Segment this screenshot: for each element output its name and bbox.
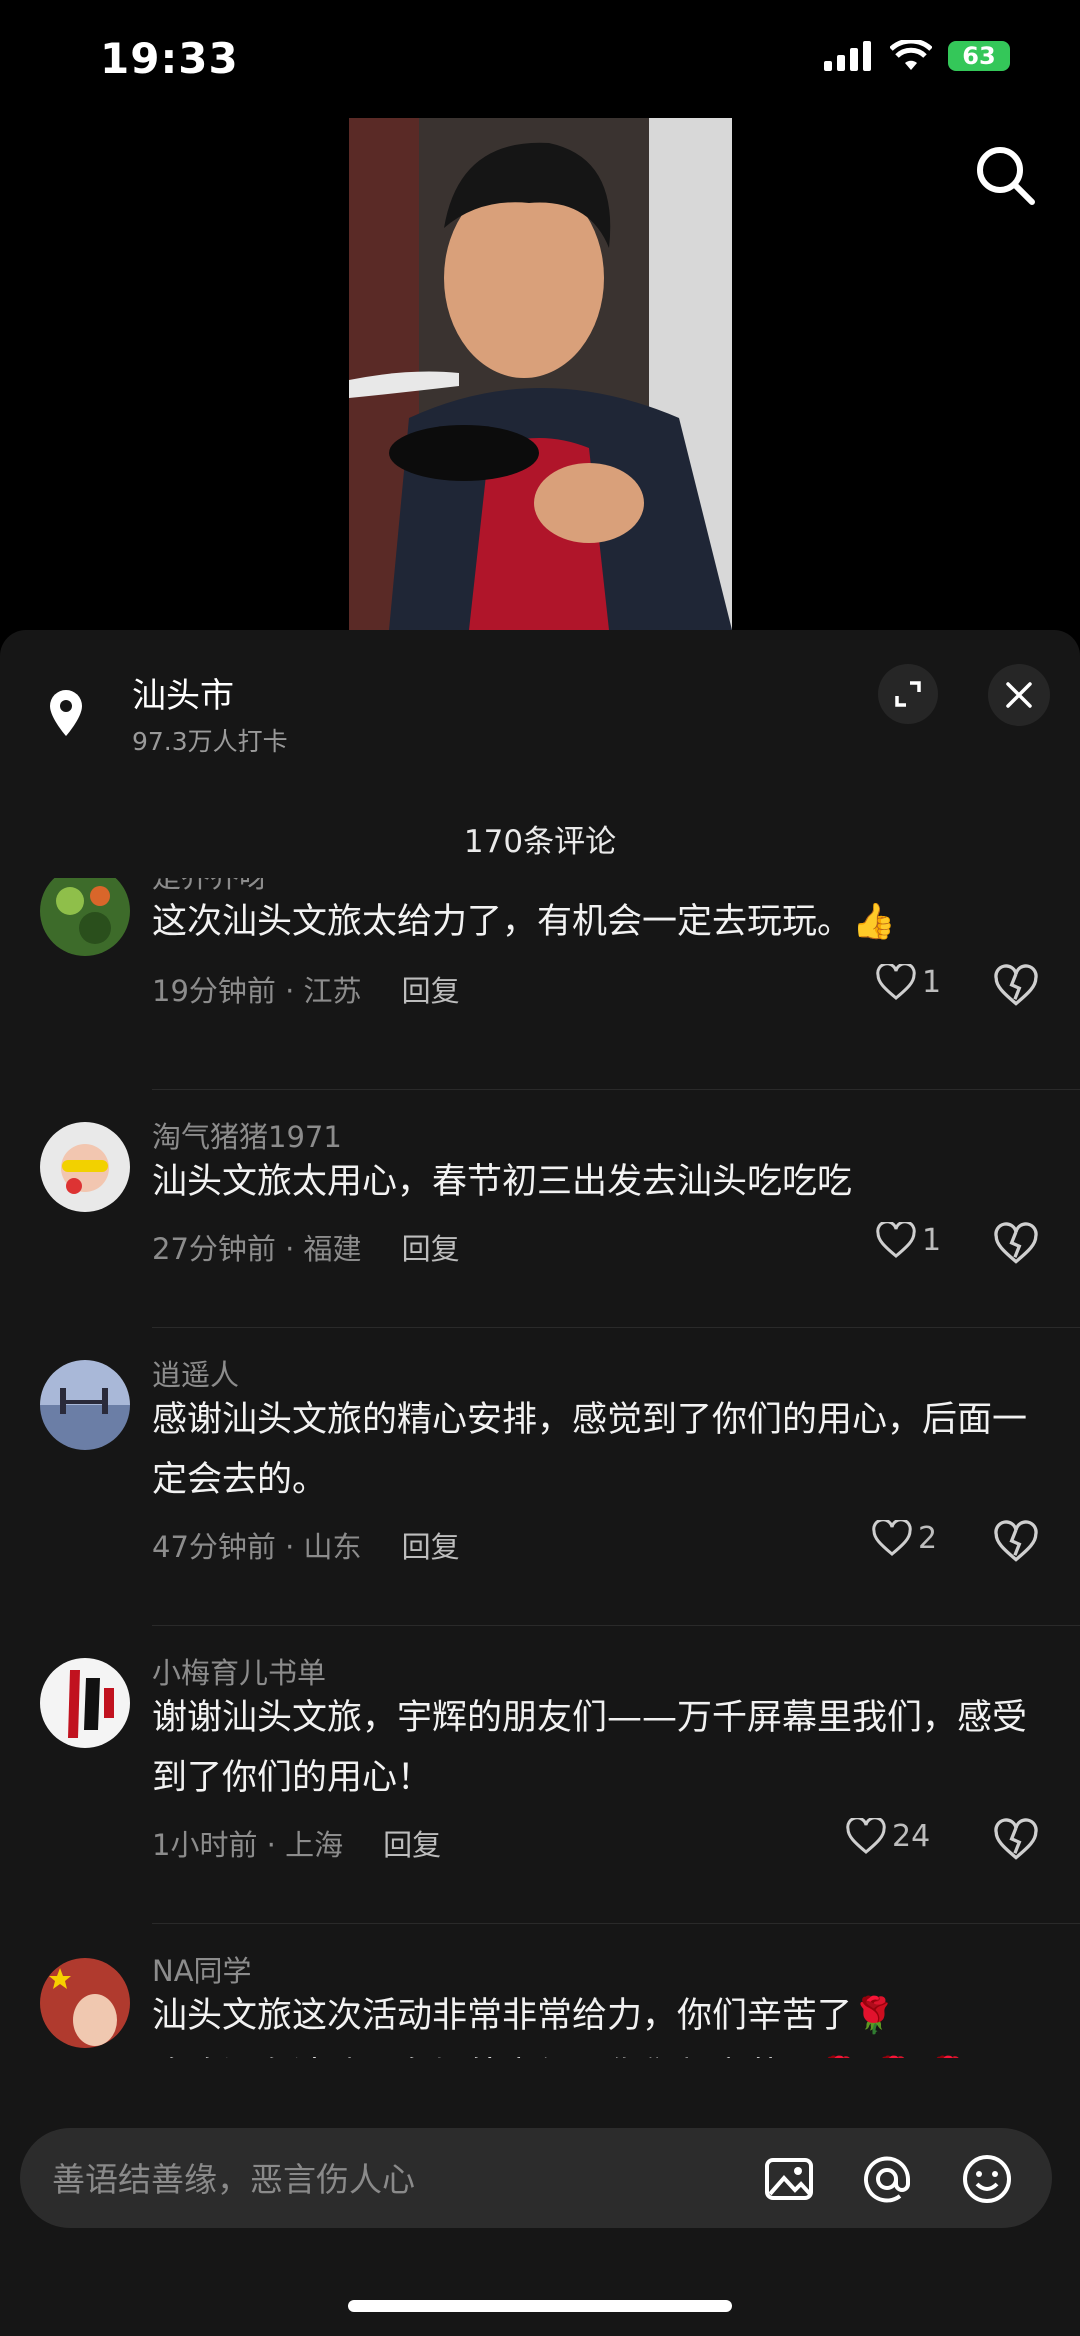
like-button[interactable]: 1	[876, 1222, 941, 1258]
image-icon[interactable]	[762, 2152, 816, 2206]
comment-username[interactable]: 淘气猪猪1971	[152, 1114, 342, 1156]
reply-button[interactable]: 回复	[402, 1232, 460, 1266]
search-icon[interactable]	[970, 140, 1040, 210]
comment-text: 感谢汕头文旅的精心安排，感觉到了你们的用心，后面一定会去的。	[152, 1400, 1028, 1500]
wifi-icon	[890, 40, 932, 70]
video-thumbnail[interactable]	[349, 118, 732, 630]
avatar[interactable]	[40, 878, 130, 956]
heart-icon	[876, 964, 916, 1000]
like-count: 1	[922, 964, 942, 1000]
location-pin-icon	[50, 690, 82, 736]
broken-heart-icon[interactable]	[994, 1818, 1038, 1862]
status-time: 19:33	[100, 34, 239, 83]
status-bar: 19:33 63	[0, 0, 1080, 118]
comments-sheet: 汕头市 97.3万人打卡 170条评论 是乔乔呀 这次汕头文旅	[0, 630, 1080, 2336]
reply-button[interactable]: 回复	[383, 1828, 441, 1862]
comment-input[interactable]	[50, 2128, 734, 2230]
battery-icon: 63	[948, 41, 1010, 71]
reply-button[interactable]: 回复	[402, 1530, 460, 1564]
comment-username[interactable]: 逍遥人	[152, 1352, 239, 1394]
location-checkins: 97.3万人打卡	[132, 727, 288, 756]
close-button[interactable]	[988, 664, 1050, 726]
heart-icon	[872, 1520, 912, 1556]
broken-heart-icon[interactable]	[994, 1520, 1038, 1564]
comment-time-location: 27分钟前 · 福建	[152, 1232, 362, 1266]
like-button[interactable]: 2	[872, 1520, 937, 1556]
comment-text: 汕头文旅太用心，春节初三出发去汕头吃吃吃	[152, 1162, 853, 1202]
like-count: 2	[918, 1520, 938, 1556]
comment-username[interactable]: 小梅育儿书单	[152, 1650, 326, 1692]
comment-text-line-2: 昨晚还有消防员在场外守候，你们都辛苦了🌹 🌹 🌹	[152, 2046, 1032, 2058]
mention-icon[interactable]	[860, 2152, 914, 2206]
comment-text: 这次汕头文旅太给力了，有机会一定去玩玩。👍	[152, 902, 896, 942]
comment-username[interactable]: NA同学	[152, 1948, 252, 1990]
expand-icon	[895, 681, 921, 707]
avatar[interactable]	[40, 1122, 130, 1212]
comment-item: 淘气猪猪1971 汕头文旅太用心，春节初三出发去汕头吃吃吃 27分钟前 · 福建…	[0, 1090, 1080, 1328]
like-button[interactable]: 1	[876, 964, 941, 1000]
broken-heart-icon[interactable]	[994, 964, 1038, 1008]
heart-icon	[876, 1222, 916, 1258]
signal-icon	[824, 41, 871, 71]
reply-button[interactable]: 回复	[402, 974, 460, 1008]
like-button[interactable]: 24	[846, 1818, 930, 1854]
comment-item: NA同学 汕头文旅这次活动非常非常给力，你们辛苦了🌹 昨晚还有消防员在场外守候，…	[0, 1924, 1080, 2058]
comment-time-location: 1小时前 · 上海	[152, 1828, 344, 1862]
comment-count: 170条评论	[463, 824, 617, 860]
comment-text-line-1: 汕头文旅这次活动非常非常给力，你们辛苦了🌹	[152, 1996, 896, 2036]
avatar[interactable]	[40, 1958, 130, 2048]
home-indicator[interactable]	[348, 2300, 732, 2312]
comment-time-location: 47分钟前 · 山东	[152, 1530, 362, 1564]
broken-heart-icon[interactable]	[994, 1222, 1038, 1266]
expand-button[interactable]	[878, 664, 938, 724]
avatar[interactable]	[40, 1658, 130, 1748]
like-count: 1	[922, 1222, 942, 1258]
comment-item: 逍遥人 感谢汕头文旅的精心安排，感觉到了你们的用心，后面一定会去的。 47分钟前…	[0, 1328, 1080, 1626]
emoji-icon[interactable]	[960, 2152, 1014, 2206]
comment-time-location: 19分钟前 · 江苏	[152, 974, 362, 1008]
location-name[interactable]: 汕头市	[132, 668, 234, 717]
comment-item: 小梅育儿书单 谢谢汕头文旅，宇辉的朋友们——万千屏幕里我们，感受到了你们的用心！…	[0, 1626, 1080, 1924]
comment-list[interactable]: 是乔乔呀 这次汕头文旅太给力了，有机会一定去玩玩。👍 19分钟前 · 江苏回复 …	[0, 878, 1080, 2058]
comment-item: 是乔乔呀 这次汕头文旅太给力了，有机会一定去玩玩。👍 19分钟前 · 江苏回复 …	[0, 878, 1080, 1090]
comment-text: 谢谢汕头文旅，宇辉的朋友们——万千屏幕里我们，感受到了你们的用心！	[152, 1698, 1028, 1798]
avatar[interactable]	[40, 1360, 130, 1450]
close-icon	[1006, 682, 1032, 708]
heart-icon	[846, 1818, 886, 1854]
like-count: 24	[892, 1818, 931, 1854]
comment-input-bar	[20, 2128, 1052, 2230]
